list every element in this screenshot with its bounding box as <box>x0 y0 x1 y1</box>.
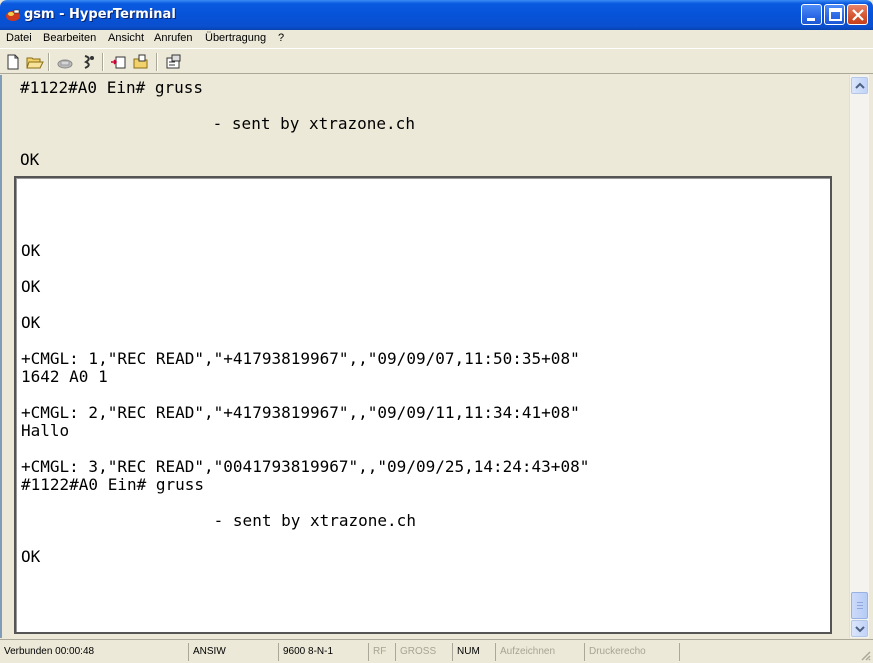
menu-datei[interactable]: Datei <box>6 32 32 44</box>
status-empty-panel <box>679 643 859 661</box>
scroll-down-arrow-icon[interactable] <box>851 620 868 637</box>
menu-ansicht[interactable]: Ansicht <box>108 32 144 44</box>
menu-bearbeiten[interactable]: Bearbeiten <box>43 32 96 44</box>
toolbar-separator <box>156 53 158 71</box>
toolbar-separator <box>48 53 50 71</box>
menu-help[interactable]: ? <box>278 32 284 44</box>
status-num-lock: NUM <box>452 643 495 661</box>
minimize-button[interactable] <box>801 4 822 25</box>
terminal-line: 1642 A0 1 <box>21 367 108 386</box>
terminal-line: #1122#A0 Ein# gruss <box>20 78 204 97</box>
vertical-scrollbar[interactable] <box>849 75 869 638</box>
toolbar-separator <box>102 53 104 71</box>
maximize-button[interactable] <box>824 4 845 25</box>
terminal-line: #1122#A0 Ein# gruss <box>21 475 205 494</box>
status-rf: RF <box>368 643 395 661</box>
terminal-screen[interactable]: #1122#A0 Ein# gruss - sent by xtrazone.c… <box>0 75 849 638</box>
terminal-line: OK <box>21 277 41 296</box>
grip-line <box>857 608 863 609</box>
grip-line <box>857 602 863 603</box>
terminal-line: OK <box>20 150 40 169</box>
hyperterminal-app-icon[interactable] <box>5 7 21 23</box>
status-bar: Verbunden 00:00:48 ANSIW 9600 8-N-1 RF G… <box>0 639 873 663</box>
menu-anrufen[interactable]: Anrufen <box>154 32 193 44</box>
terminal-line: OK <box>21 313 41 332</box>
terminal-line: OK <box>21 547 41 566</box>
send-file-icon[interactable] <box>110 53 128 71</box>
new-document-icon[interactable] <box>4 53 22 71</box>
terminal-line: +CMGL: 1,"REC READ","+41793819967",,"09/… <box>21 349 580 368</box>
terminal-line: Hallo <box>21 421 70 440</box>
terminal-line: +CMGL: 3,"REC READ","0041793819967",,"09… <box>21 457 590 476</box>
disconnect-icon[interactable] <box>80 53 98 71</box>
open-folder-icon[interactable] <box>26 53 44 71</box>
status-print-echo: Druckerecho <box>584 643 679 661</box>
close-button[interactable] <box>847 4 868 25</box>
menu-uebertragung[interactable]: Übertragung <box>205 32 266 44</box>
toolbar <box>0 48 873 74</box>
scrollbar-thumb[interactable] <box>851 592 868 619</box>
terminal-line: OK <box>21 241 41 260</box>
scroll-up-arrow-icon[interactable] <box>851 77 868 94</box>
terminal-line: - sent by xtrazone.ch <box>21 511 416 530</box>
status-port-settings: 9600 8-N-1 <box>278 643 368 661</box>
terminal-line: +CMGL: 2,"REC READ","+41793819967",,"09/… <box>21 403 580 422</box>
menu-bar: Datei Bearbeiten Ansicht Anrufen Übertra… <box>0 30 873 48</box>
title-bar[interactable]: gsm - HyperTerminal <box>0 0 873 30</box>
properties-icon[interactable] <box>164 53 182 71</box>
resize-grip-icon[interactable] <box>859 649 871 661</box>
terminal-overlay-panel[interactable]: OK OK OK +CMGL: 1,"REC READ","+417938199… <box>14 176 832 634</box>
window-title: gsm - HyperTerminal <box>24 7 176 22</box>
status-capture: Aufzeichnen <box>495 643 584 661</box>
status-emulation: ANSIW <box>188 643 278 661</box>
grip-line <box>857 605 863 606</box>
connect-phone-icon[interactable] <box>56 53 74 71</box>
status-connection-time: Verbunden 00:00:48 <box>4 646 95 657</box>
status-caps-lock: GROSS <box>395 643 452 661</box>
receive-file-icon[interactable] <box>132 53 150 71</box>
terminal-line: - sent by xtrazone.ch <box>20 114 415 133</box>
